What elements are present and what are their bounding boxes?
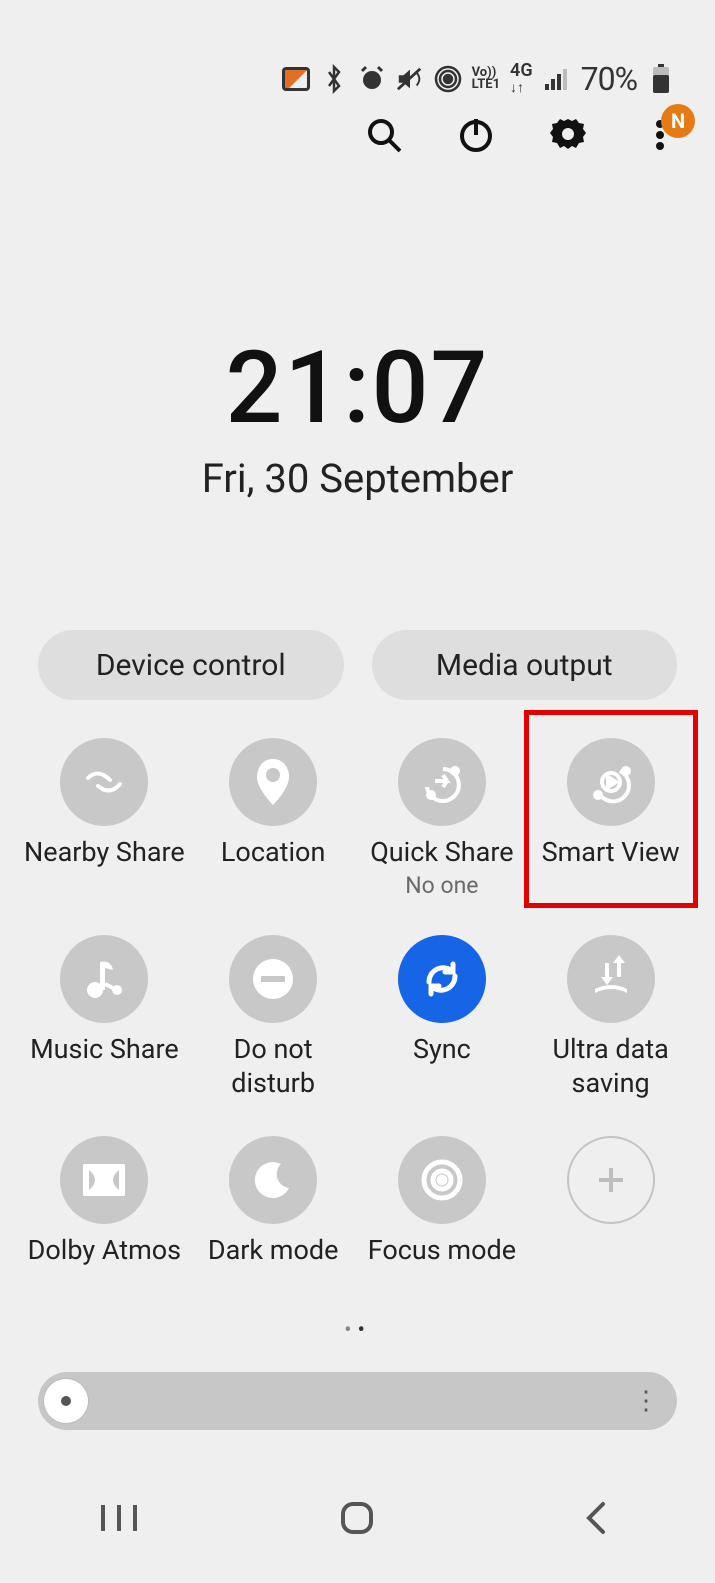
more-button[interactable]: N	[635, 110, 685, 160]
tile-add[interactable]	[526, 1128, 695, 1276]
signal-icon	[543, 65, 571, 93]
tile-label: Quick Share	[370, 836, 513, 870]
smart-view-icon	[586, 757, 636, 807]
tile-sublabel: No one	[405, 872, 478, 899]
music-share-icon	[81, 956, 127, 1002]
tile-ultra-data-saving[interactable]: Ultra data saving	[526, 927, 695, 1109]
tile-label: Music Share	[30, 1033, 179, 1067]
dolby-icon	[79, 1160, 129, 1200]
tile-label: Dark mode	[208, 1234, 339, 1268]
clock-time: 21:07	[0, 330, 715, 447]
tile-focus-mode[interactable]: Focus mode	[358, 1128, 527, 1276]
tile-label: Focus mode	[368, 1234, 516, 1268]
device-control-button[interactable]: Device control	[38, 630, 344, 700]
tile-location[interactable]: Location	[189, 730, 358, 907]
nav-recents[interactable]	[79, 1493, 159, 1543]
tile-quick-share[interactable]: Quick Share No one	[358, 730, 527, 907]
page-indicator: ••	[0, 1318, 715, 1343]
tile-do-not-disturb[interactable]: Do not disturb	[189, 927, 358, 1109]
sync-icon	[417, 954, 467, 1004]
tile-label: Smart View	[542, 836, 680, 870]
tile-label: Ultra data saving	[530, 1033, 691, 1101]
battery-percent: 70%	[581, 60, 637, 98]
settings-button[interactable]	[543, 110, 593, 160]
nav-back[interactable]	[556, 1493, 636, 1543]
tile-smart-view[interactable]: Smart View	[526, 730, 695, 907]
hotspot-icon	[434, 65, 462, 93]
clock-block: 21:07 Fri, 30 September	[0, 330, 715, 502]
clock-date: Fri, 30 September	[0, 455, 715, 502]
battery-icon	[647, 65, 675, 93]
tile-label: Dolby Atmos	[28, 1234, 181, 1268]
tile-nearby-share[interactable]: Nearby Share	[20, 730, 189, 907]
panel-toolbar: N	[359, 110, 685, 160]
network-type: 4G↓↑	[510, 63, 533, 95]
brightness-slider[interactable]: ⋮	[38, 1372, 677, 1430]
account-badge: N	[661, 104, 695, 138]
search-button[interactable]	[359, 110, 409, 160]
tile-music-share[interactable]: Music Share	[20, 927, 189, 1109]
nav-home[interactable]	[317, 1493, 397, 1543]
ultra-data-icon	[587, 955, 635, 1003]
control-pill-row: Device control Media output	[38, 630, 677, 700]
brightness-thumb[interactable]	[44, 1379, 88, 1423]
alarm-icon	[358, 65, 386, 93]
nearby-share-icon	[80, 758, 128, 806]
mute-vibrate-icon	[396, 65, 424, 93]
cast-icon	[282, 65, 310, 93]
dnd-icon	[248, 954, 298, 1004]
tile-label: Location	[221, 836, 325, 870]
quick-share-icon	[417, 757, 467, 807]
tile-label: Nearby Share	[24, 836, 185, 870]
brightness-menu[interactable]: ⋮	[633, 1386, 657, 1416]
dark-mode-icon	[251, 1158, 295, 1202]
volte-icon: Vo)) LTE1	[472, 67, 500, 90]
location-icon	[253, 757, 293, 807]
tile-label: Sync	[413, 1033, 471, 1067]
status-bar: Vo)) LTE1 4G↓↑ 70%	[282, 60, 675, 98]
tile-dolby-atmos[interactable]: Dolby Atmos	[20, 1128, 189, 1276]
plus-icon	[591, 1160, 631, 1200]
tile-dark-mode[interactable]: Dark mode	[189, 1128, 358, 1276]
power-button[interactable]	[451, 110, 501, 160]
navigation-bar	[0, 1483, 715, 1553]
focus-icon	[417, 1155, 467, 1205]
tile-label: Do not disturb	[193, 1033, 354, 1101]
bluetooth-icon	[320, 65, 348, 93]
tile-sync[interactable]: Sync	[358, 927, 527, 1109]
quick-settings-grid: Nearby Share Location Quick Share No one…	[20, 730, 695, 1276]
media-output-button[interactable]: Media output	[372, 630, 678, 700]
